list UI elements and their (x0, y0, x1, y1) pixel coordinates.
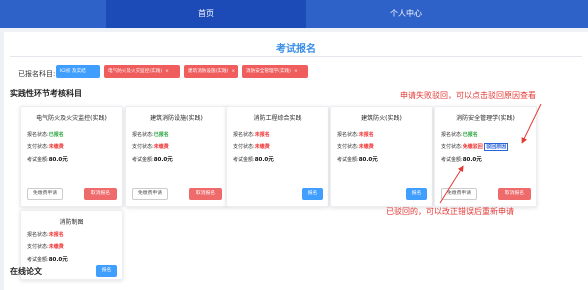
subject-card: 建筑消防设施(实践) 报名状态:已报名 支付状态:未缴费 考试金额:80.0元 … (125, 106, 228, 207)
tab-home[interactable]: 首页 (106, 0, 306, 28)
subject-card: 电气防火及火灾监控(实践) 报名状态:已报名 支付状态:未缴费 考试金额:80.… (20, 106, 123, 207)
selected-tag-1[interactable]: K2初 及实结 (56, 65, 100, 78)
selected-tag-3[interactable]: 建筑消防设施(实践) × (184, 65, 238, 78)
tab-personal-center[interactable]: 个人中心 (306, 0, 506, 28)
card-title: 消防工程综合实践 (253, 115, 302, 122)
subject-card: 消防工程综合实践 报名状态:未报名 支付状态:未缴费 考试金额:80.0元 报名 (226, 106, 329, 207)
status-row: 报名状态:未报名 (233, 132, 270, 138)
annotation-reject-reason: 申请失败驳回，可以点击驳回原因查看 (400, 91, 536, 100)
card-title: 消防制图 (59, 219, 84, 226)
pay-value: 未缴费 (48, 244, 64, 250)
status-row: 报名状态:未报名 (337, 132, 374, 138)
card-title: 电气防火及火灾监控(实践) (36, 115, 107, 122)
pay-row: 支付状态:未缴费 (27, 144, 64, 150)
fee-value: 80.0元 (48, 157, 68, 163)
card-title: 建筑消防设施(实践) (150, 115, 203, 122)
pay-value: 未缴费 (48, 144, 64, 150)
pay-value: 免缴驳回 (462, 144, 483, 150)
title-divider (10, 56, 582, 57)
status-value: 已报名 (48, 132, 64, 138)
pay-row: 支付状态:免缴驳回 驳回原因 (441, 143, 509, 151)
close-icon[interactable]: × (231, 69, 235, 74)
fee-waiver-button[interactable]: 免缴费申请 (132, 188, 168, 200)
status-row: 报名状态:未报名 (27, 232, 64, 238)
selected-tag-2[interactable]: 电气防火及火灾监控(实践) × (104, 65, 180, 78)
fee-row: 考试金额:80.0元 (27, 157, 68, 163)
cancel-registration-button[interactable]: 取消报名 (498, 188, 531, 200)
main-panel: 考试报名 已报名科目: K2初 及实结 电气防火及火灾监控(实践) × 建筑消防设… (4, 32, 588, 290)
status-value: 已报名 (462, 132, 478, 138)
fee-row: 考试金额:80.0元 (441, 157, 482, 163)
cancel-registration-button[interactable]: 取消报名 (84, 188, 117, 200)
rejection-reason-link[interactable]: 驳回原因 (484, 143, 509, 151)
register-button[interactable]: 报名 (302, 188, 323, 200)
fee-row: 考试金额:80.0元 (27, 257, 68, 263)
pay-value: 未缴费 (254, 144, 270, 150)
pay-row: 支付状态:未缴费 (337, 144, 374, 150)
status-row: 报名状态:已报名 (132, 132, 169, 138)
annotation-reapply: 已驳回的，可以改正错误后重新申请 (386, 207, 514, 216)
status-row: 报名状态:已报名 (27, 132, 64, 138)
subject-card: 消防安全管理学(实践) 报名状态:已报名 支付状态:免缴驳回 驳回原因 考试金额… (434, 106, 537, 207)
card-title: 消防安全管理学(实践) (456, 115, 515, 122)
top-nav: 首页 个人中心 (0, 0, 588, 28)
fee-value: 80.0元 (462, 157, 482, 163)
selected-tag-4[interactable]: 消防安全管理学(实践) × (242, 65, 308, 78)
pay-row: 支付状态:未缴费 (233, 144, 270, 150)
subject-card: 建筑防火(实践) 报名状态:未报名 支付状态:未缴费 考试金额:80.0元 报名 (330, 106, 433, 207)
page-title: 考试报名 (276, 44, 316, 55)
status-value: 未报名 (358, 132, 374, 138)
close-icon[interactable]: × (294, 69, 298, 74)
status-value: 未报名 (48, 232, 64, 238)
register-button[interactable]: 报名 (406, 188, 427, 200)
cancel-registration-button[interactable]: 取消报名 (189, 188, 222, 200)
register-button[interactable]: 报名 (96, 265, 117, 277)
fee-row: 考试金额:80.0元 (233, 157, 274, 163)
pay-value: 未缴费 (153, 144, 169, 150)
status-row: 报名状态:已报名 (441, 132, 478, 138)
fee-row: 考试金额:80.0元 (337, 157, 378, 163)
pay-row: 支付状态:未缴费 (132, 144, 169, 150)
fee-waiver-button[interactable]: 免缴费申请 (27, 188, 63, 200)
fee-row: 考试金额:80.0元 (132, 157, 173, 163)
pay-row: 支付状态:未缴费 (27, 244, 64, 250)
fee-waiver-button[interactable]: 免缴费申请 (441, 188, 477, 200)
status-value: 已报名 (153, 132, 169, 138)
pay-value: 未缴费 (358, 144, 374, 150)
selected-subjects-label: 已报名科目: (18, 70, 56, 78)
fee-value: 80.0元 (153, 157, 173, 163)
card-title: 建筑防火(实践) (361, 115, 402, 122)
section-practice-title: 实践性环节考核科目 (10, 89, 82, 98)
fee-value: 80.0元 (254, 157, 274, 163)
section-thesis-title: 在线论文 (10, 267, 42, 276)
close-icon[interactable]: × (165, 69, 169, 74)
fee-value: 80.0元 (358, 157, 378, 163)
fee-value: 80.0元 (48, 257, 68, 263)
status-value: 未报名 (254, 132, 270, 138)
